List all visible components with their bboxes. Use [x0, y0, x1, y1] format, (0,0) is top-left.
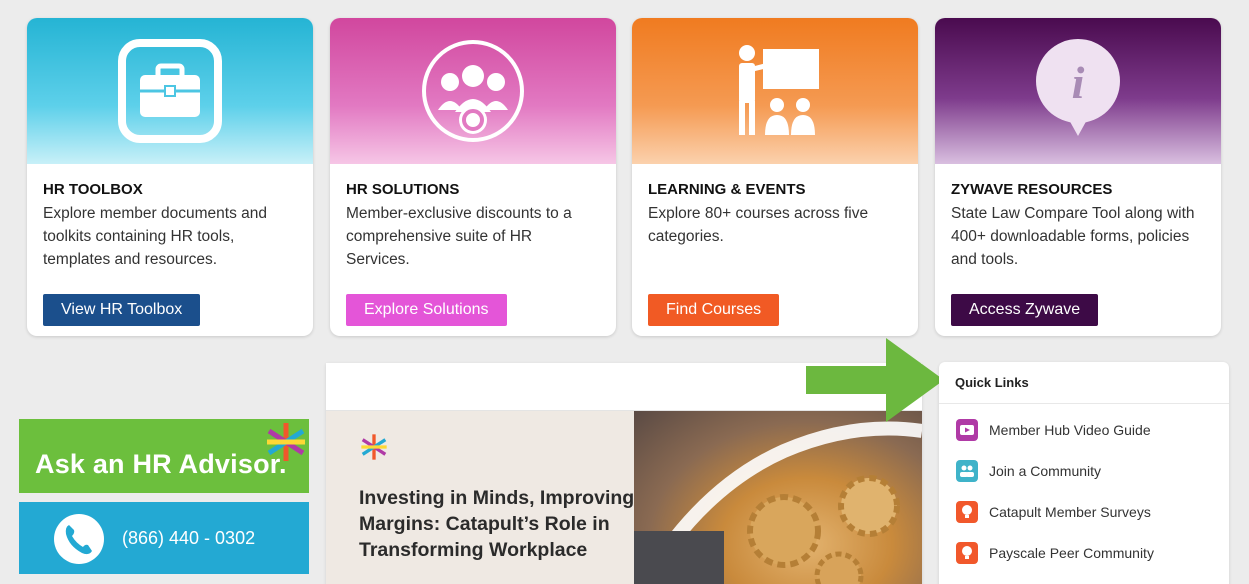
community-icon: [956, 460, 978, 482]
info-pin-icon: i: [1036, 39, 1120, 136]
video-icon: [956, 419, 978, 441]
hr-toolbox-card: HR TOOLBOX Explore member documents and …: [27, 18, 313, 336]
card-description: Member-exclusive discounts to a comprehe…: [346, 205, 572, 268]
advisor-text: Ask an HR Advisor.: [35, 449, 287, 479]
find-courses-button[interactable]: Find Courses: [648, 294, 780, 326]
card-description: Explore member documents and toolkits co…: [43, 205, 268, 268]
lightbulb-icon: [956, 542, 978, 564]
feature-title: Investing in Minds, Improving Margins: C…: [359, 487, 635, 561]
phone-banner[interactable]: (866) 440 - 0302: [19, 502, 309, 574]
quick-link-label: Join a Community: [989, 463, 1102, 479]
quick-link-label: Member Hub Video Guide: [989, 422, 1151, 438]
quick-link-member-surveys[interactable]: Catapult Member Surveys: [956, 501, 1151, 523]
catapult-logo-icon: [267, 423, 305, 461]
catapult-logo-icon: [361, 434, 387, 460]
learning-events-card: LEARNING & EVENTS Explore 80+ courses ac…: [632, 18, 918, 336]
explore-solutions-button[interactable]: Explore Solutions: [346, 294, 507, 326]
card-hero: i: [935, 18, 1221, 164]
classroom-icon: [739, 45, 819, 135]
quick-link-video-guide[interactable]: Member Hub Video Guide: [956, 419, 1151, 441]
card-title: LEARNING & EVENTS: [648, 181, 806, 198]
card-hero: [632, 18, 918, 164]
card-hero: [27, 18, 313, 164]
card-hero: [330, 18, 616, 164]
card-title: HR SOLUTIONS: [346, 181, 460, 198]
card-title: ZYWAVE RESOURCES: [951, 181, 1113, 198]
access-zywave-button[interactable]: Access Zywave: [951, 294, 1099, 326]
quick-link-join-community[interactable]: Join a Community: [956, 460, 1101, 482]
card-description: Explore 80+ courses across five categori…: [648, 205, 869, 245]
quick-links-panel: Quick Links Member Hub Video Guide Join …: [939, 362, 1229, 584]
quick-link-payscale-community[interactable]: Payscale Peer Community: [956, 542, 1154, 564]
arrow-pointer-icon: [806, 338, 944, 422]
quick-link-label: Catapult Member Surveys: [989, 504, 1151, 520]
phone-icon: [54, 514, 104, 564]
ask-hr-advisor-banner[interactable]: Ask an HR Advisor.: [19, 419, 309, 493]
quick-links-heading: Quick Links: [939, 362, 1229, 404]
card-description: State Law Compare Tool along with 400+ d…: [951, 205, 1195, 268]
zywave-resources-card: i ZYWAVE RESOURCES State Law Compare Too…: [935, 18, 1221, 336]
people-gear-icon: [422, 40, 524, 142]
svg-text:i: i: [1072, 57, 1085, 108]
phone-number: (866) 440 - 0302: [122, 528, 256, 548]
hr-solutions-card: HR SOLUTIONS Member-exclusive discounts …: [330, 18, 616, 336]
lightbulb-icon: [956, 501, 978, 523]
view-hr-toolbox-button[interactable]: View HR Toolbox: [43, 294, 201, 326]
card-title: HR TOOLBOX: [43, 181, 143, 198]
quick-link-label: Payscale Peer Community: [989, 545, 1154, 561]
toolbox-icon: [118, 39, 222, 143]
